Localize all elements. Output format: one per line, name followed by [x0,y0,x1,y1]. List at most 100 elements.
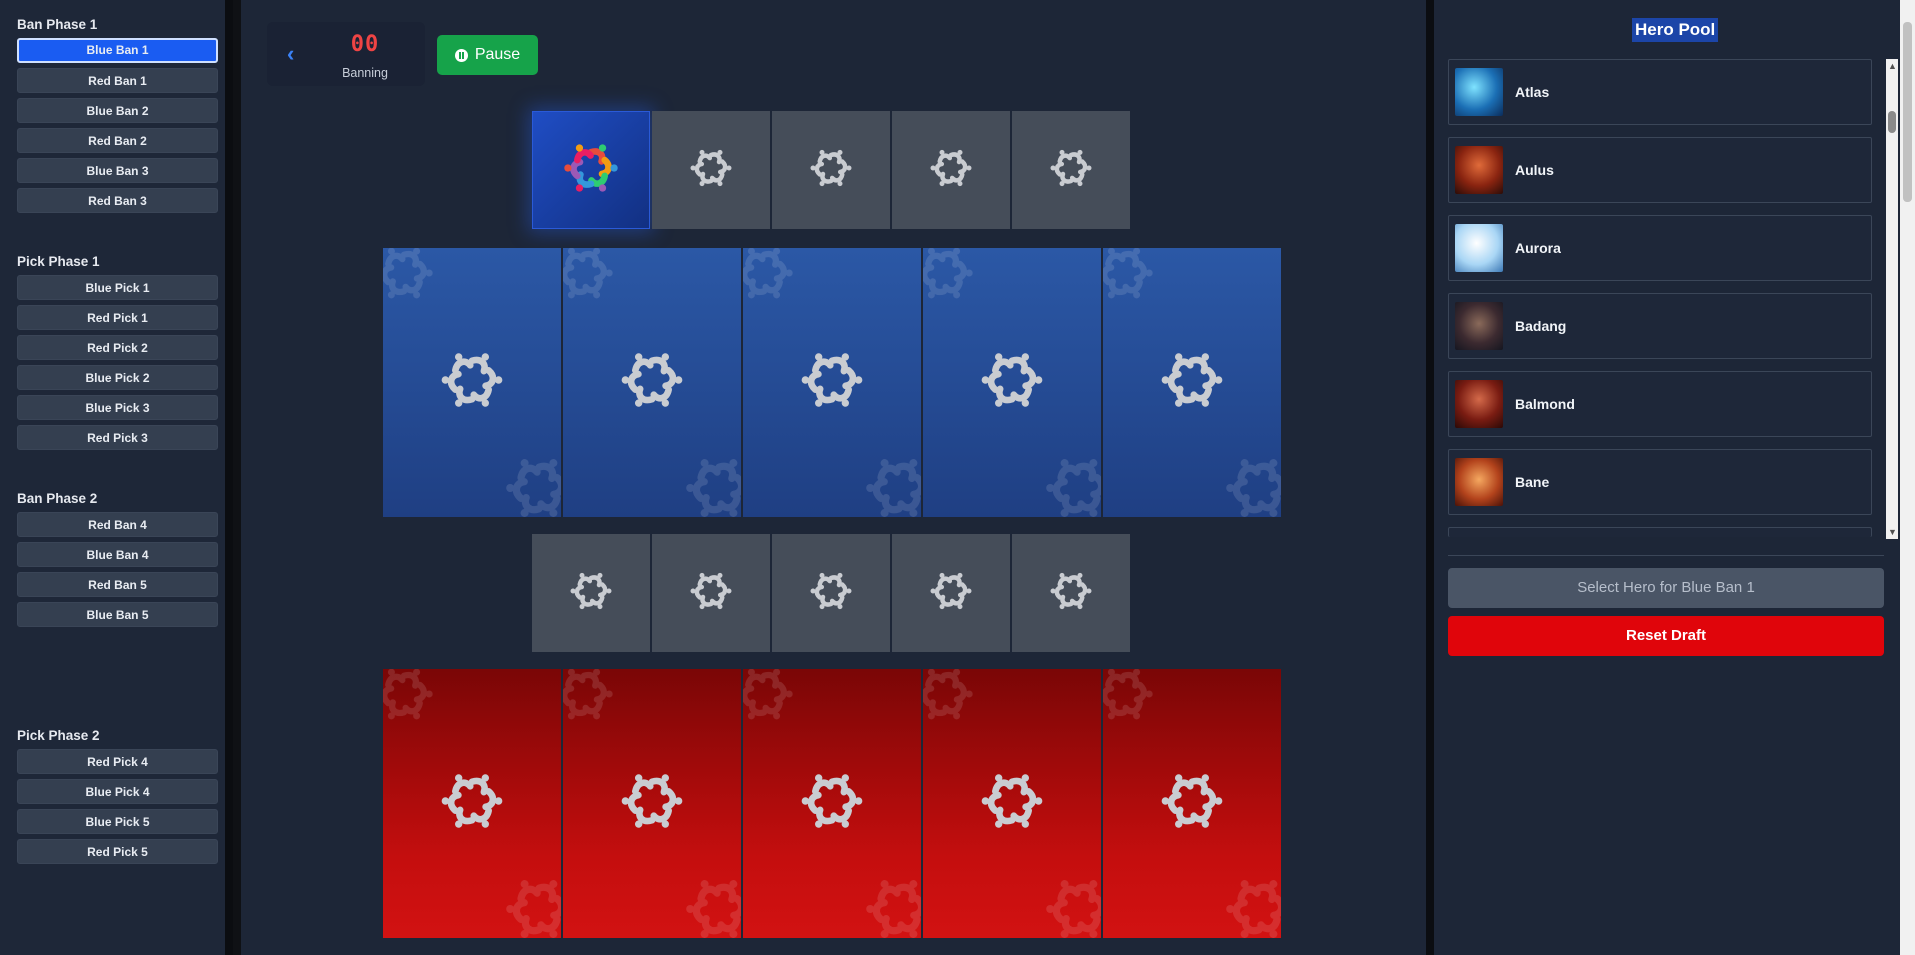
step-red-pick-3[interactable]: Red Pick 3 [17,425,218,450]
pause-label: Pause [474,46,521,63]
red-ban-slot-2[interactable] [652,534,770,652]
select-hero-button[interactable]: Select Hero for Blue Ban 1 [1448,568,1884,608]
blue-ban-slot-5[interactable] [1012,111,1130,229]
hero-name: Bane [1515,474,1550,490]
mlbb-logo-icon [1155,764,1229,843]
mlbb-logo-icon [558,135,624,206]
red-pick-slot-4[interactable] [923,669,1101,938]
red-ban-slot-5[interactable] [1012,534,1130,652]
decor-icon [563,248,619,313]
phase-title: Pick Phase 1 [17,254,100,269]
blue-ban-slot-4[interactable] [892,111,1010,229]
decor-icon [923,248,979,313]
phase-title: Ban Phase 2 [17,491,98,506]
red-pick-slot-5[interactable] [1103,669,1281,938]
hero-item-bane[interactable]: Bane [1448,449,1872,515]
decor-icon [743,669,799,734]
decor-icon [499,869,561,938]
step-blue-ban-4[interactable]: Blue Ban 4 [17,542,218,567]
hero-portrait [1455,302,1503,350]
hero-portrait [1455,224,1503,272]
red-ban-slot-3[interactable] [772,534,890,652]
step-red-pick-4[interactable]: Red Pick 4 [17,749,218,774]
hero-name: Atlas [1515,84,1550,100]
step-blue-pick-1[interactable]: Blue Pick 1 [17,275,218,300]
step-blue-pick-5[interactable]: Blue Pick 5 [17,809,218,834]
decor-icon [679,869,741,938]
step-blue-pick-3[interactable]: Blue Pick 3 [17,395,218,420]
draft-app: Ban Phase 1 Blue Ban 1 Red Ban 1 Blue Ba… [0,0,1915,955]
pause-button[interactable]: Pause [437,35,538,75]
hero-pool-panel: Hero Pool Atlas Aulus Aurora Badang Balm… [1426,0,1915,955]
blue-pick-slot-1[interactable] [383,248,561,517]
page-scrollbar[interactable] [1900,0,1915,955]
blue-ban-slot-3[interactable] [772,111,890,229]
hero-portrait [1455,68,1503,116]
step-red-ban-1[interactable]: Red Ban 1 [17,68,218,93]
step-red-pick-2[interactable]: Red Pick 2 [17,335,218,360]
blue-pick-row [383,248,1281,517]
chevron-left-icon[interactable]: ‹ [287,43,303,65]
red-pick-slot-2[interactable] [563,669,741,938]
blue-pick-slot-2[interactable] [563,248,741,517]
reset-draft-button[interactable]: Reset Draft [1448,616,1884,656]
step-blue-ban-1[interactable]: Blue Ban 1 [17,38,218,63]
scroll-up-icon[interactable]: ▲ [1888,61,1897,71]
hero-pool-title: Hero Pool [1632,18,1719,42]
scroll-thumb[interactable] [1888,111,1896,133]
mlbb-logo-icon [435,764,509,843]
step-blue-pick-4[interactable]: Blue Pick 4 [17,779,218,804]
page-scroll-thumb[interactable] [1903,22,1912,202]
step-blue-ban-2[interactable]: Blue Ban 2 [17,98,218,123]
step-red-ban-4[interactable]: Red Ban 4 [17,512,218,537]
step-red-ban-5[interactable]: Red Ban 5 [17,572,218,597]
hero-item-partial[interactable] [1448,527,1872,537]
step-red-ban-2[interactable]: Red Ban 2 [17,128,218,153]
draft-status: Banning [342,66,388,80]
blue-pick-slot-5[interactable] [1103,248,1281,517]
timer-value: 00 [350,32,380,57]
blue-pick-slot-3[interactable] [743,248,921,517]
hero-item-aulus[interactable]: Aulus [1448,137,1872,203]
scroll-down-icon[interactable]: ▼ [1888,527,1897,537]
decor-icon [1039,869,1101,938]
red-ban-slot-1[interactable] [532,534,650,652]
decor-icon [1103,669,1159,734]
divider [1448,555,1884,556]
hero-portrait [1455,458,1503,506]
decor-icon [743,248,799,313]
mlbb-logo-icon [926,566,976,621]
step-red-pick-5[interactable]: Red Pick 5 [17,839,218,864]
blue-ban-slot-2[interactable] [652,111,770,229]
blue-pick-slot-4[interactable] [923,248,1101,517]
mlbb-logo-icon [975,343,1049,422]
draft-board: ‹ 00 Banning Pause [241,0,1426,955]
pause-circle-icon [454,48,468,62]
hero-name: Aurora [1515,240,1561,256]
step-blue-ban-3[interactable]: Blue Ban 3 [17,158,218,183]
hero-portrait [1455,146,1503,194]
red-pick-slot-1[interactable] [383,669,561,938]
decor-icon [679,448,741,517]
hero-name: Badang [1515,318,1567,334]
step-blue-ban-5[interactable]: Blue Ban 5 [17,602,218,627]
hero-list-scrollbar[interactable]: ▲ ▼ [1886,59,1898,539]
hero-item-atlas[interactable]: Atlas [1448,59,1872,125]
hero-item-aurora[interactable]: Aurora [1448,215,1872,281]
step-red-pick-1[interactable]: Red Pick 1 [17,305,218,330]
hero-item-balmond[interactable]: Balmond [1448,371,1872,437]
red-ban-row [532,534,1130,652]
blue-ban-slot-1[interactable] [532,111,650,229]
hero-item-badang[interactable]: Badang [1448,293,1872,359]
mlbb-logo-icon [795,343,869,422]
mlbb-logo-icon [1046,566,1096,621]
red-ban-slot-4[interactable] [892,534,1010,652]
step-blue-pick-2[interactable]: Blue Pick 2 [17,365,218,390]
mlbb-logo-icon [975,764,1049,843]
mlbb-logo-icon [1155,343,1229,422]
timer-panel: ‹ 00 Banning [267,22,425,86]
step-red-ban-3[interactable]: Red Ban 3 [17,188,218,213]
mlbb-logo-icon [686,566,736,621]
draft-order-panel: Ban Phase 1 Blue Ban 1 Red Ban 1 Blue Ba… [0,0,233,955]
red-pick-slot-3[interactable] [743,669,921,938]
